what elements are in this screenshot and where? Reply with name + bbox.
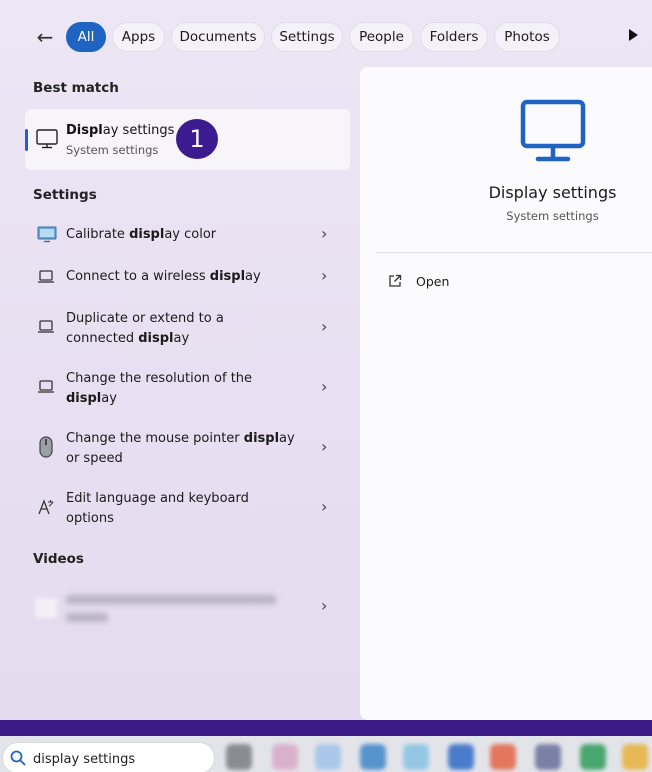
list-item-edit-language-keyboard[interactable]: Edit language and keyboard options › <box>25 488 350 530</box>
best-match-subtitle: System settings <box>66 143 159 157</box>
divider <box>376 252 652 253</box>
search-query: display settings <box>33 752 136 767</box>
filter-chip-apps[interactable]: Apps <box>112 22 165 52</box>
filter-chip-folders[interactable]: Folders <box>420 22 488 52</box>
laptop-icon <box>38 270 54 283</box>
list-item-label-line2: connected display <box>66 331 190 346</box>
start-search-panel: ← All Apps Documents Settings People Fol… <box>0 0 652 720</box>
list-item-label: Change the resolution of the <box>66 371 253 386</box>
filter-chip-photos[interactable]: Photos <box>494 22 560 52</box>
list-item-mouse-pointer[interactable]: Change the mouse pointer display or spee… <box>25 428 350 470</box>
taskbar-app-icon[interactable] <box>580 744 606 770</box>
list-item-calibrate-display-color[interactable]: Calibrate display color › <box>25 222 350 250</box>
blurred-video-title <box>66 592 286 624</box>
monitor-large-icon <box>520 99 586 162</box>
taskbar-app-icon[interactable] <box>226 744 252 770</box>
chevron-right-icon: › <box>321 377 328 396</box>
open-external-icon <box>389 274 402 287</box>
section-best-match: Best match <box>33 80 119 96</box>
list-item-change-resolution[interactable]: Change the resolution of the display › <box>25 368 350 410</box>
calibrate-monitor-icon <box>37 226 57 243</box>
laptop-icon <box>38 320 54 333</box>
taskbar-app-icon[interactable] <box>448 744 474 770</box>
list-item-label: Connect to a wireless display <box>66 269 261 284</box>
chevron-right-icon: › <box>321 224 328 243</box>
chevron-right-icon: › <box>321 317 328 336</box>
taskbar-search-box[interactable]: display settings <box>2 742 215 772</box>
chevron-right-icon: › <box>321 497 328 516</box>
taskbar-app-icon[interactable] <box>490 744 516 770</box>
preview-title: Display settings <box>488 183 617 202</box>
taskbar-app-icon[interactable] <box>360 744 386 770</box>
taskbar-app-icon[interactable] <box>403 744 429 770</box>
step-badge: 1 <box>176 119 218 159</box>
list-item-label-line2: or speed <box>66 451 123 466</box>
taskbar-app-icon[interactable] <box>535 744 561 770</box>
filter-chip-people[interactable]: People <box>349 22 414 52</box>
chevron-right-icon: › <box>321 596 328 615</box>
mouse-icon <box>39 436 53 458</box>
section-settings: Settings <box>33 187 97 203</box>
list-item-label: Duplicate or extend to a <box>66 311 224 326</box>
preview-subtitle: System settings <box>506 209 599 223</box>
taskbar: display settings <box>0 736 652 772</box>
video-thumbnail-icon <box>35 598 57 618</box>
list-item-label: Change the mouse pointer display <box>66 431 295 446</box>
open-label: Open <box>416 274 450 289</box>
chevron-right-icon: › <box>321 266 328 285</box>
best-match-title: Display settings <box>66 123 175 138</box>
window-bottom-band <box>0 720 652 736</box>
monitor-icon <box>36 129 58 149</box>
preview-pane: Display settings System settings Open <box>360 67 652 720</box>
filter-chip-all[interactable]: All <box>66 22 106 52</box>
selection-accent <box>25 129 28 151</box>
taskbar-app-icon[interactable] <box>272 744 298 770</box>
filter-chip-documents[interactable]: Documents <box>171 22 265 52</box>
taskbar-app-icon[interactable] <box>622 744 648 770</box>
search-icon <box>10 750 26 766</box>
filter-bar: ← All Apps Documents Settings People Fol… <box>0 20 652 54</box>
list-item-label: Edit language and keyboard <box>66 491 249 506</box>
list-item-label-line2: display <box>66 391 117 406</box>
more-filters-arrow-icon[interactable] <box>629 29 638 41</box>
chevron-right-icon: › <box>321 437 328 456</box>
taskbar-app-icon[interactable] <box>315 744 341 770</box>
language-icon <box>38 499 54 515</box>
list-item-label-line2: options <box>66 511 114 526</box>
back-arrow-icon[interactable]: ← <box>32 24 58 50</box>
section-videos: Videos <box>33 551 84 567</box>
list-item-duplicate-extend[interactable]: Duplicate or extend to a connected displ… <box>25 308 350 350</box>
filter-chip-settings[interactable]: Settings <box>271 22 343 52</box>
list-item-connect-wireless-display[interactable]: Connect to a wireless display › <box>25 264 350 292</box>
laptop-icon <box>38 380 54 393</box>
list-item-label: Calibrate display color <box>66 227 217 242</box>
